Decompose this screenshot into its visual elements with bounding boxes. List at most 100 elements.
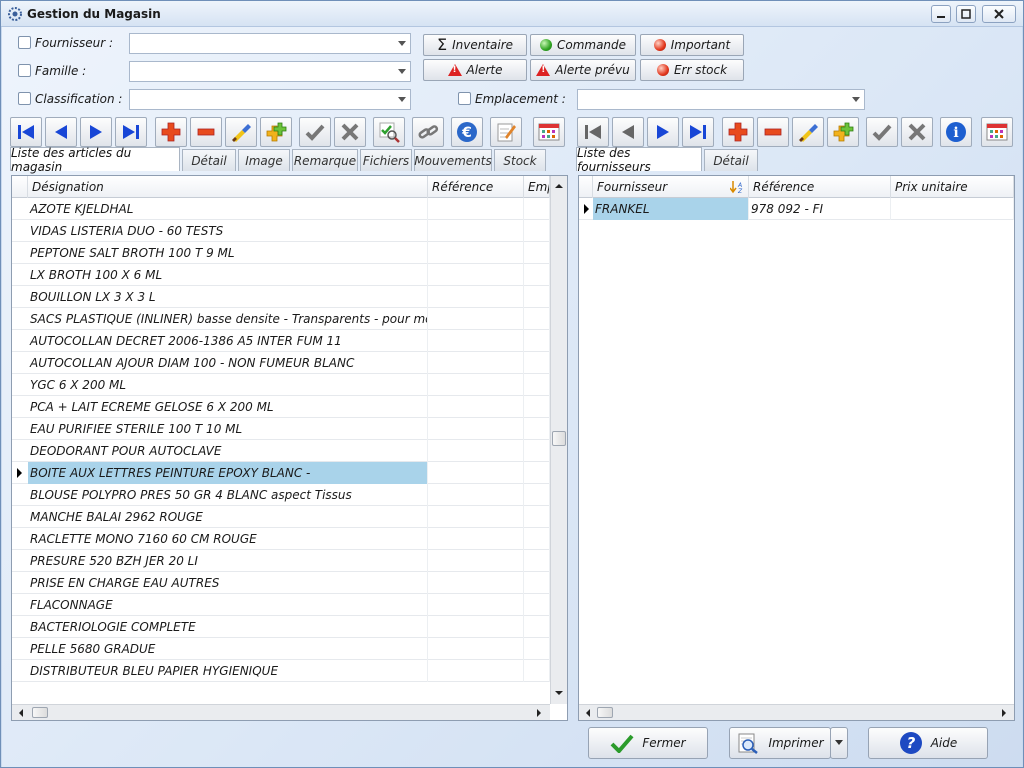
table-row[interactable]: PRISE EN CHARGE EAU AUTRES <box>12 572 550 594</box>
tab-image[interactable]: Image <box>238 149 290 171</box>
supplier-last-button[interactable] <box>682 117 714 147</box>
cancel-button[interactable] <box>334 117 366 147</box>
edit-button[interactable] <box>225 117 257 147</box>
emplacement-checkbox[interactable] <box>458 92 471 105</box>
supplier-add-button[interactable] <box>722 117 754 147</box>
table-row[interactable]: DISTRIBUTEUR BLEU PAPIER HYGIENIQUE <box>12 660 550 682</box>
famille-combo[interactable] <box>129 61 411 82</box>
fournisseur-checkbox[interactable] <box>18 36 31 49</box>
table-row[interactable]: DEODORANT POUR AUTOCLAVE <box>12 440 550 462</box>
tab-stock[interactable]: Stock <box>494 149 546 171</box>
tab-remarque[interactable]: Remarque <box>292 149 358 171</box>
table-row[interactable]: VIDAS LISTERIA DUO - 60 TESTS <box>12 220 550 242</box>
tab-liste-articles[interactable]: Liste des articles du magasin <box>10 146 180 174</box>
column-fournisseur[interactable]: Fournisseur AZ <box>593 176 749 198</box>
close-button[interactable] <box>982 5 1016 23</box>
supplier-calendar-button[interactable] <box>981 117 1013 147</box>
tab-liste-fournisseurs[interactable]: Liste des fournisseurs <box>576 146 702 174</box>
scroll-left-icon[interactable] <box>581 706 595 720</box>
scroll-right-icon[interactable] <box>997 706 1011 720</box>
emplacement-combo[interactable] <box>577 89 865 110</box>
supplier-delete-button[interactable] <box>757 117 789 147</box>
suppliers-horizontal-scrollbar[interactable] <box>579 704 1014 720</box>
fermer-button[interactable]: Fermer <box>588 727 708 759</box>
aide-button[interactable]: ? Aide <box>868 727 988 759</box>
supplier-validate-button[interactable] <box>866 117 898 147</box>
supplier-duplicate-button[interactable] <box>827 117 859 147</box>
table-row[interactable]: LX BROTH 100 X 6 ML <box>12 264 550 286</box>
supplier-first-button[interactable] <box>577 117 609 147</box>
scrollbar-thumb[interactable] <box>597 707 613 718</box>
imprimer-dropdown-button[interactable] <box>830 727 848 759</box>
table-row[interactable]: PRESURE 520 BZH JER 20 LI <box>12 550 550 572</box>
table-row[interactable]: AZOTE KJELDHAL <box>12 198 550 220</box>
column-reference[interactable]: Référence <box>428 176 524 198</box>
table-row[interactable]: PELLE 5680 GRADUE <box>12 638 550 660</box>
minimize-button[interactable] <box>931 5 951 23</box>
table-row[interactable]: FRANKEL 978 092 - FI <box>579 198 1014 220</box>
next-record-button[interactable] <box>80 117 112 147</box>
column-designation[interactable]: Désignation <box>28 176 428 198</box>
table-row[interactable]: FLACONNAGE <box>12 594 550 616</box>
supplier-cancel-button[interactable] <box>901 117 933 147</box>
search-button[interactable] <box>373 117 405 147</box>
table-row[interactable]: MANCHE BALAI 2962 ROUGE <box>12 506 550 528</box>
classification-checkbox[interactable] <box>18 92 31 105</box>
euro-button[interactable]: € <box>451 117 483 147</box>
table-row[interactable]: EAU PURIFIEE STERILE 100 T 10 ML <box>12 418 550 440</box>
scroll-up-icon[interactable] <box>552 179 566 193</box>
supplier-next-button[interactable] <box>647 117 679 147</box>
add-button[interactable] <box>155 117 187 147</box>
scroll-down-icon[interactable] <box>552 686 566 700</box>
table-row[interactable]: PCA + LAIT ECREME GELOSE 6 X 200 ML <box>12 396 550 418</box>
table-row[interactable]: YGC 6 X 200 ML <box>12 374 550 396</box>
alerte-prevu-button[interactable]: Alerte prévu <box>530 59 636 81</box>
tab-mouvements[interactable]: Mouvements <box>414 149 492 171</box>
duplicate-button[interactable] <box>260 117 292 147</box>
previous-record-button[interactable] <box>45 117 77 147</box>
link-button[interactable] <box>412 117 444 147</box>
tab-supplier-detail[interactable]: Détail <box>704 149 758 171</box>
table-row[interactable]: BOITE AUX LETTRES PEINTURE EPOXY BLANC - <box>12 462 550 484</box>
scrollbar-thumb[interactable] <box>552 431 566 446</box>
column-reference[interactable]: Référence <box>749 176 891 198</box>
table-row[interactable]: BLOUSE POLYPRO PRES 50 GR 4 BLANC aspect… <box>12 484 550 506</box>
supplier-previous-button[interactable] <box>612 117 644 147</box>
scroll-left-icon[interactable] <box>14 706 28 720</box>
table-row[interactable]: SACS PLASTIQUE (INLINER) basse densite -… <box>12 308 550 330</box>
scrollbar-thumb[interactable] <box>32 707 48 718</box>
table-row[interactable]: AUTOCOLLAN AJOUR DIAM 100 - NON FUMEUR B… <box>12 352 550 374</box>
supplier-edit-button[interactable] <box>792 117 824 147</box>
inventaire-button[interactable]: Σ Inventaire <box>423 34 527 56</box>
scroll-right-icon[interactable] <box>532 706 546 720</box>
article-emplacement-cell <box>524 550 550 572</box>
alerte-button[interactable]: Alerte <box>423 59 527 81</box>
tab-detail[interactable]: Détail <box>182 149 236 171</box>
validate-button[interactable] <box>299 117 331 147</box>
table-row[interactable]: BOUILLON LX 3 X 3 L <box>12 286 550 308</box>
column-emplacement[interactable]: Emp <box>524 176 550 198</box>
table-row[interactable]: PEPTONE SALT BROTH 100 T 9 ML <box>12 242 550 264</box>
fournisseur-combo[interactable] <box>129 33 411 54</box>
classification-combo[interactable] <box>129 89 411 110</box>
imprimer-button[interactable]: Imprimer <box>729 727 831 759</box>
sigma-icon: Σ <box>436 35 448 54</box>
important-button[interactable]: Important <box>640 34 744 56</box>
table-row[interactable]: BACTERIOLOGIE COMPLETE <box>12 616 550 638</box>
info-button[interactable]: i <box>940 117 972 147</box>
commande-button[interactable]: Commande <box>530 34 636 56</box>
table-row[interactable]: AUTOCOLLAN DECRET 2006-1386 A5 INTER FUM… <box>12 330 550 352</box>
last-record-button[interactable] <box>115 117 147 147</box>
column-prix-unitaire[interactable]: Prix unitaire <box>891 176 1014 198</box>
articles-vertical-scrollbar[interactable] <box>550 176 567 704</box>
table-row[interactable]: RACLETTE MONO 7160 60 CM ROUGE <box>12 528 550 550</box>
articles-horizontal-scrollbar[interactable] <box>12 704 550 720</box>
calendar-button[interactable] <box>533 117 565 147</box>
err-stock-button[interactable]: Err stock <box>640 59 744 81</box>
famille-checkbox[interactable] <box>18 64 31 77</box>
maximize-button[interactable] <box>956 5 976 23</box>
notes-button[interactable] <box>490 117 522 147</box>
tab-fichiers[interactable]: Fichiers <box>360 149 412 171</box>
first-record-button[interactable] <box>10 117 42 147</box>
delete-button[interactable] <box>190 117 222 147</box>
